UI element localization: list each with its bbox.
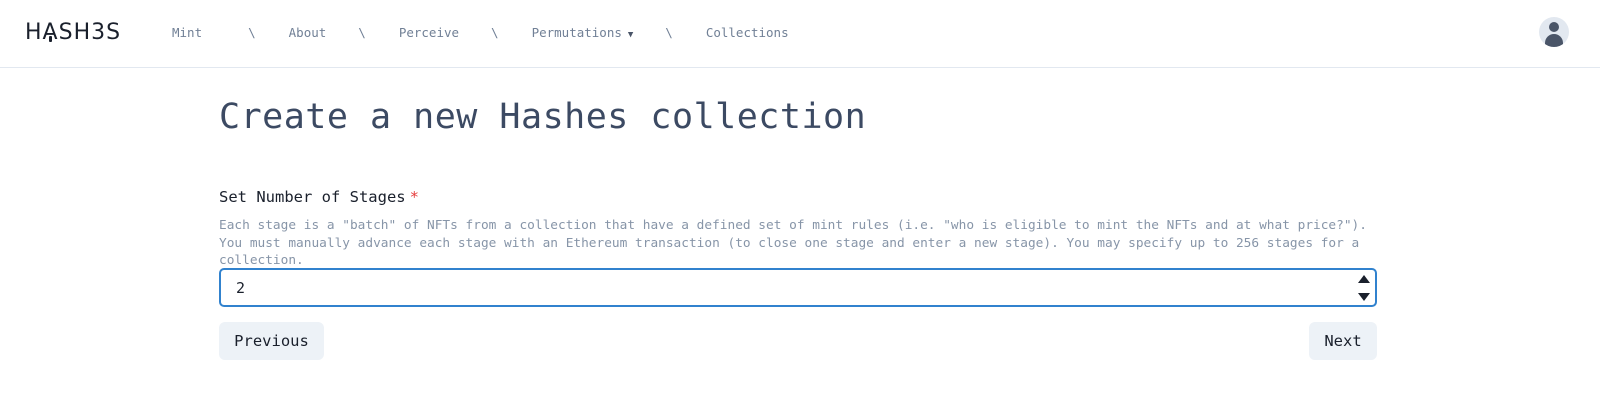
nav-separator: \ <box>358 24 366 40</box>
stages-label-text: Set Number of Stages <box>219 188 406 206</box>
stages-help-text: Each stage is a "batch" of NFTs from a c… <box>219 218 1367 268</box>
logo-text-a: A <box>42 19 59 45</box>
caret-down-icon: ▼ <box>627 29 634 40</box>
logo-text-rest: SH3S <box>58 19 122 45</box>
logo-text-h: H <box>25 19 43 45</box>
top-navbar: H A SH3S Mint \ About \ Perceive \ Permuta… <box>0 0 1600 68</box>
nav-dropdown-label: Permutations <box>531 24 622 40</box>
nav-separator: \ <box>665 24 673 40</box>
nav-link-perceive[interactable]: Perceive <box>399 25 459 40</box>
user-avatar-icon[interactable] <box>1539 17 1569 47</box>
page-title: Create a new Hashes collection <box>219 97 867 137</box>
triangle-down-icon <box>1358 292 1370 301</box>
required-asterisk: * <box>409 188 419 206</box>
main-nav: Mint \ About \ Perceive \ Permutations ▼ … <box>172 23 789 41</box>
stages-number-input[interactable] <box>221 270 1339 305</box>
previous-button[interactable]: Previous <box>219 322 324 360</box>
stages-field-label: Set Number of Stages * <box>219 188 419 206</box>
number-stepper <box>1353 270 1375 305</box>
next-button[interactable]: Next <box>1309 322 1377 360</box>
avatar-body-shape <box>1545 34 1563 47</box>
stages-number-input-wrapper <box>219 268 1377 307</box>
triangle-up-icon <box>1358 274 1370 283</box>
nav-link-collections[interactable]: Collections <box>706 25 789 40</box>
stepper-decrement-button[interactable] <box>1353 288 1375 305</box>
nav-dropdown-permutations[interactable]: Permutations ▼ <box>532 25 634 40</box>
avatar-head-shape <box>1549 22 1559 32</box>
nav-link-mint[interactable]: Mint <box>172 25 202 40</box>
nav-separator: \ <box>248 24 256 40</box>
nav-separator: \ <box>491 24 499 40</box>
nav-link-about[interactable]: About <box>289 25 327 40</box>
site-logo[interactable]: H A SH3S <box>25 19 121 45</box>
stepper-increment-button[interactable] <box>1353 270 1375 287</box>
